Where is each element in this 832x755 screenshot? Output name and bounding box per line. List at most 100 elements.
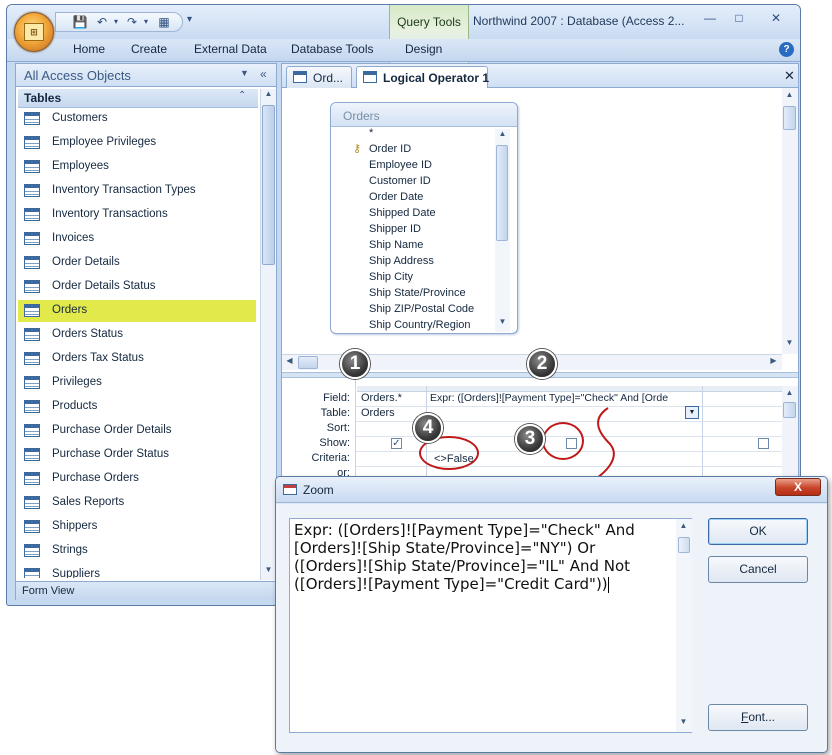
cancel-button[interactable]: Cancel: [708, 556, 808, 583]
nav-item-customers[interactable]: Customers: [18, 108, 256, 130]
scroll-up-icon[interactable]: ▲: [782, 90, 797, 104]
zoom-body: Expr: ([Orders]![Payment Type]="Check" A…: [276, 504, 827, 752]
group-header-tables[interactable]: Tables ⌃: [18, 89, 258, 108]
ok-button[interactable]: OK: [708, 518, 808, 545]
scroll-left-icon[interactable]: ◀: [282, 356, 297, 370]
tab-create[interactable]: Create: [131, 42, 167, 56]
table-icon: [24, 160, 40, 173]
col3-show-checkbox[interactable]: [758, 438, 769, 449]
scroll-thumb[interactable]: [262, 105, 275, 265]
field-item[interactable]: Ship ZIP/Postal Code: [369, 303, 474, 315]
scroll-up-icon[interactable]: ▲: [495, 129, 510, 143]
collapse-group-icon[interactable]: ⌃: [238, 90, 246, 101]
col1-show-checkbox[interactable]: ✓: [391, 438, 402, 449]
nav-item-inventory-transactions[interactable]: Inventory Transactions: [18, 204, 256, 226]
nav-item-purchase-orders[interactable]: Purchase Orders: [18, 468, 256, 490]
office-button[interactable]: ⊞: [14, 12, 54, 52]
col1-field-cell[interactable]: Orders.*: [361, 392, 402, 404]
nav-scrollbar[interactable]: ▲ ▼: [260, 89, 276, 580]
nav-item-label: Order Details Status: [52, 280, 156, 292]
chevron-down-icon[interactable]: ▼: [240, 68, 252, 82]
scroll-up-icon[interactable]: ▲: [782, 388, 797, 402]
nav-item-label: Invoices: [52, 232, 95, 244]
field-item[interactable]: Ship Name: [369, 239, 423, 251]
nav-item-shippers[interactable]: Shippers: [18, 516, 256, 538]
scroll-up-icon[interactable]: ▲: [676, 521, 691, 535]
close-button[interactable]: ✕: [754, 10, 798, 28]
field-item[interactable]: *: [369, 127, 373, 139]
scroll-down-icon[interactable]: ▼: [261, 565, 276, 579]
tab-database-tools[interactable]: Database Tools: [291, 42, 374, 56]
help-icon[interactable]: ?: [779, 42, 794, 57]
scroll-thumb[interactable]: [298, 356, 318, 369]
textbox-scrollbar[interactable]: ▲ ▼: [676, 519, 692, 732]
nav-item-employee-privileges[interactable]: Employee Privileges: [18, 132, 256, 154]
field-item[interactable]: Ship City: [369, 271, 413, 283]
upper-vertical-scrollbar[interactable]: ▲ ▼: [782, 88, 798, 354]
nav-item-purchase-order-details[interactable]: Purchase Order Details: [18, 420, 256, 442]
field-item[interactable]: Ship State/Province: [369, 287, 466, 299]
field-item[interactable]: Order Date: [369, 191, 423, 203]
nav-item-sales-reports[interactable]: Sales Reports: [18, 492, 256, 514]
scroll-thumb[interactable]: [678, 537, 690, 553]
nav-item-products[interactable]: Products: [18, 396, 256, 418]
save-icon[interactable]: 💾: [72, 15, 88, 29]
nav-item-privileges[interactable]: Privileges: [18, 372, 256, 394]
field-list-scrollbar[interactable]: ▲ ▼: [495, 129, 510, 332]
zoom-title-bar[interactable]: Zoom X: [276, 477, 827, 503]
zoom-close-button[interactable]: X: [775, 478, 821, 496]
field-item[interactable]: Order ID: [369, 143, 411, 155]
tab-design[interactable]: Design: [405, 42, 442, 56]
field-item[interactable]: Employee ID: [369, 159, 432, 171]
col1-table-cell[interactable]: Orders: [361, 407, 395, 419]
nav-item-strings[interactable]: Strings: [18, 540, 256, 562]
field-list-orders[interactable]: Orders ⚷ * Order ID Employee ID Customer ID…: [330, 102, 518, 334]
primary-key-icon: ⚷: [353, 143, 362, 155]
nav-item-order-details-status[interactable]: Order Details Status: [18, 276, 256, 298]
tab-home[interactable]: Home: [73, 42, 105, 56]
field-item[interactable]: Ship Country/Region: [369, 319, 471, 331]
nav-item-invoices[interactable]: Invoices: [18, 228, 256, 250]
table-icon: [24, 136, 40, 149]
nav-item-orders[interactable]: Orders: [18, 300, 256, 322]
scroll-thumb[interactable]: [783, 106, 796, 130]
nav-item-employees[interactable]: Employees: [18, 156, 256, 178]
scroll-down-icon[interactable]: ▼: [495, 317, 510, 331]
field-item[interactable]: Customer ID: [369, 175, 431, 187]
minimize-button[interactable]: —: [696, 10, 724, 28]
field-item[interactable]: Shipper ID: [369, 223, 421, 235]
nav-header[interactable]: All Access Objects ▼ «: [16, 64, 276, 87]
scroll-down-icon[interactable]: ▼: [782, 338, 797, 352]
nav-item-inventory-transaction-types[interactable]: Inventory Transaction Types: [18, 180, 256, 202]
col2-field-cell[interactable]: Expr: ([Orders]![Payment Type]="Check" A…: [430, 392, 684, 404]
nav-item-order-details[interactable]: Order Details: [18, 252, 256, 274]
scroll-thumb[interactable]: [496, 145, 508, 241]
nav-item-label: Customers: [52, 112, 108, 124]
doc-tab-logical-operator[interactable]: Logical Operator 1: [356, 66, 489, 89]
font-button[interactable]: Font...: [708, 704, 808, 731]
doc-tab-label: Ord...: [313, 71, 344, 85]
scroll-right-icon[interactable]: ▶: [766, 356, 781, 370]
nav-item-orders-tax-status[interactable]: Orders Tax Status: [18, 348, 256, 370]
maximize-button[interactable]: □: [725, 10, 753, 28]
expression-textbox[interactable]: Expr: ([Orders]![Payment Type]="Check" A…: [289, 518, 692, 733]
redo-dropdown-icon[interactable]: ▾: [138, 15, 154, 29]
scroll-thumb[interactable]: [783, 402, 796, 418]
chevron-down-icon[interactable]: ▼: [685, 406, 699, 419]
doc-tab-orders[interactable]: Ord...: [286, 66, 352, 88]
field-item[interactable]: Shipped Date: [369, 207, 436, 219]
nav-item-purchase-order-status[interactable]: Purchase Order Status: [18, 444, 256, 466]
view-icon[interactable]: ▦: [156, 15, 172, 29]
collapse-pane-icon[interactable]: «: [260, 67, 274, 82]
close-document-icon[interactable]: ✕: [784, 68, 795, 84]
field-list-title-bar[interactable]: Orders: [331, 103, 517, 127]
undo-dropdown-icon[interactable]: ▾: [108, 15, 124, 29]
scroll-up-icon[interactable]: ▲: [261, 89, 276, 103]
tab-external-data[interactable]: External Data: [194, 42, 267, 56]
field-item[interactable]: Ship Address: [369, 255, 434, 267]
customize-qat-icon[interactable]: ▾: [187, 14, 192, 25]
nav-item-suppliers[interactable]: Suppliers: [18, 564, 256, 578]
nav-item-orders-status[interactable]: Orders Status: [18, 324, 256, 346]
scroll-down-icon[interactable]: ▼: [676, 717, 691, 731]
font-button-label: ont...: [748, 710, 776, 724]
